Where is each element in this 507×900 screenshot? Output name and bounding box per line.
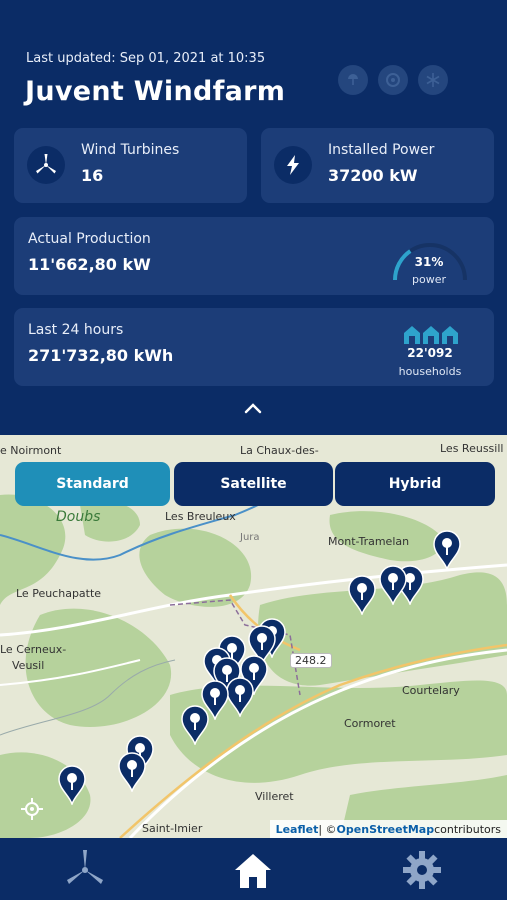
turbine-icon bbox=[67, 850, 103, 884]
turbines-value: 16 bbox=[81, 166, 104, 185]
last-24-hours-card: Last 24 hours 271'732,80 kWh 22'092 hous… bbox=[14, 308, 494, 386]
map-place-label: Veusil bbox=[12, 659, 45, 672]
weather-button[interactable] bbox=[338, 65, 368, 95]
snowflake-icon bbox=[426, 73, 440, 87]
turbine-marker[interactable] bbox=[180, 705, 210, 745]
tab-satellite[interactable]: Satellite bbox=[174, 462, 333, 506]
collapse-chevron-icon[interactable] bbox=[240, 400, 266, 416]
leaflet-link[interactable]: Leaflet bbox=[276, 823, 319, 836]
turbine-marker[interactable] bbox=[117, 752, 147, 792]
map-place-label: La Chaux-des- bbox=[240, 444, 319, 457]
households-count: 22'092 bbox=[407, 346, 453, 360]
map-place-label: Le Cerneux- bbox=[0, 643, 67, 656]
production-label: Actual Production bbox=[28, 231, 151, 247]
map-type-tabs: Standard Satellite Hybrid bbox=[15, 462, 495, 506]
turbine-marker[interactable] bbox=[347, 575, 377, 615]
vortex-icon bbox=[386, 73, 400, 87]
map-place-label: Mont-Tramelan bbox=[328, 535, 410, 548]
bottom-nav bbox=[0, 838, 507, 900]
dashboard-header: Last updated: Sep 01, 2021 at 10:35 Juve… bbox=[0, 0, 507, 435]
map-place-label: Jura bbox=[240, 532, 260, 543]
tab-hybrid[interactable]: Hybrid bbox=[335, 462, 495, 506]
snow-button[interactable] bbox=[418, 65, 448, 95]
attribution-contributors: contributors bbox=[434, 822, 501, 836]
map-elevation-label: 248.2 bbox=[290, 653, 332, 668]
vortex-button[interactable] bbox=[378, 65, 408, 95]
last24-value: 271'732,80 kWh bbox=[28, 346, 174, 365]
houses-icon bbox=[404, 326, 458, 344]
windfarm-map[interactable]: e Noirmont La Chaux-des- Les Reussill Do… bbox=[0, 435, 507, 838]
map-attribution: Leaflet | © OpenStreetMap contributors bbox=[269, 820, 507, 838]
turbine-marker[interactable] bbox=[432, 530, 462, 570]
last-updated: Last updated: Sep 01, 2021 at 10:35 bbox=[26, 51, 266, 66]
households-caption: households bbox=[398, 365, 462, 378]
map-place-label: Saint-Imier bbox=[142, 822, 203, 835]
nav-turbines[interactable] bbox=[63, 848, 107, 892]
nav-home[interactable] bbox=[231, 848, 275, 892]
nav-settings[interactable] bbox=[400, 848, 444, 892]
power-label: Installed Power bbox=[328, 142, 435, 158]
actual-production-card: Actual Production 11'662,80 kW 31% power bbox=[14, 217, 494, 295]
gauge-percent: 31% bbox=[414, 255, 444, 269]
turbine-marker[interactable] bbox=[57, 765, 87, 805]
map-place-label: Le Peuchapatte bbox=[16, 587, 102, 600]
power-value: 37200 kW bbox=[328, 166, 418, 185]
osm-link[interactable]: OpenStreetMap bbox=[337, 823, 435, 836]
map-place-label: Les Reussill bbox=[440, 442, 504, 455]
turbine-icon bbox=[27, 146, 65, 184]
page-title: Juvent Windfarm bbox=[25, 76, 286, 107]
map-place-label: e Noirmont bbox=[0, 444, 62, 457]
settings-icon bbox=[403, 851, 441, 889]
wind-turbines-card: Wind Turbines 16 bbox=[14, 128, 247, 203]
map-place-label: Cormoret bbox=[344, 717, 396, 730]
production-value: 11'662,80 kW bbox=[28, 255, 151, 274]
last24-label: Last 24 hours bbox=[28, 322, 124, 338]
installed-power-card: Installed Power 37200 kW bbox=[261, 128, 494, 203]
locate-icon[interactable] bbox=[20, 797, 44, 821]
weather-icon bbox=[348, 74, 358, 85]
gauge-caption: power bbox=[412, 273, 446, 286]
home-icon bbox=[235, 854, 271, 888]
tab-standard[interactable]: Standard bbox=[15, 462, 170, 506]
map-place-label: Les Breuleux bbox=[165, 510, 236, 523]
attribution-separator: | © bbox=[318, 822, 337, 836]
map-place-label: Courtelary bbox=[402, 684, 460, 697]
map-place-label: Villeret bbox=[255, 790, 294, 803]
map-place-label: Doubs bbox=[56, 509, 101, 525]
turbine-marker[interactable] bbox=[378, 565, 408, 605]
turbines-label: Wind Turbines bbox=[81, 142, 180, 158]
lightning-icon bbox=[274, 146, 312, 184]
